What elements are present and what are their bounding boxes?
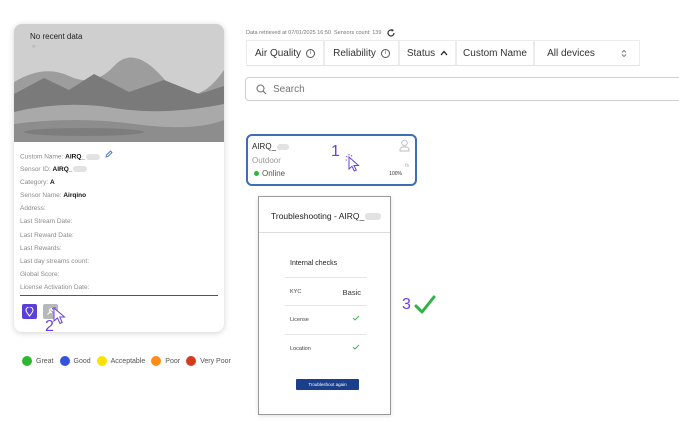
step-3-label: 3: [402, 296, 411, 313]
data-retrieved-info: Data retrieved at 07/01/2025 16:50 Senso…: [246, 28, 396, 38]
search-input[interactable]: [273, 83, 653, 95]
big-check-icon: [414, 295, 436, 314]
search-icon: [256, 83, 267, 94]
legend-good: Good: [59, 356, 91, 366]
info-last-day-streams: Last day streams count:: [20, 257, 90, 265]
info-last-stream-date: Last Stream Date:: [20, 218, 73, 226]
device-name: AIRQ_: [252, 142, 290, 151]
step-2-label: 2: [45, 318, 54, 335]
pencil-icon[interactable]: [105, 150, 113, 163]
online-dot: [254, 171, 259, 176]
check-row-location: Location: [285, 334, 367, 362]
device-select[interactable]: All devices: [534, 40, 640, 66]
legend-poor: Poor: [151, 356, 180, 366]
device-percent: 100%: [389, 171, 402, 177]
check-row-kyc: KYC Basic: [285, 277, 367, 305]
tab-air-quality[interactable]: Air Quality i: [246, 40, 324, 66]
search-bar: [245, 77, 679, 101]
info-custom-name: Custom Name: AIRQ_: [20, 150, 218, 163]
device-environment: Outdoor: [252, 156, 281, 165]
device-status: Online: [254, 169, 285, 178]
device-secondary: fs: [405, 163, 409, 169]
map-button[interactable]: [22, 304, 37, 319]
tab-status[interactable]: Status: [399, 40, 456, 66]
redacted-mark: [365, 213, 382, 221]
legend-dot: [151, 356, 162, 366]
info-icon[interactable]: i: [306, 48, 316, 58]
user-icon: [399, 139, 410, 152]
no-recent-data-label: No recent data: [30, 32, 83, 41]
cursor-icon: [345, 154, 360, 172]
troubleshooting-panel: Troubleshooting - AIRQ_ Internal checks …: [258, 196, 391, 415]
panel-divider: [259, 232, 390, 233]
retrieved-time: Data retrieved at 07/01/2025 16:50: [246, 30, 332, 36]
info-last-rewards: Last Rewards:: [20, 244, 62, 252]
redacted-mark: [277, 143, 290, 150]
refresh-icon[interactable]: [386, 28, 396, 38]
troubleshoot-again-button[interactable]: Troubleshoot again: [296, 379, 359, 390]
info-address: Address:: [20, 205, 46, 213]
check-row-license: License: [285, 305, 367, 333]
legend-very-poor: Very Poor: [186, 356, 231, 366]
panel-title: Troubleshooting - AIRQ_: [271, 211, 382, 221]
map-pin-icon: [25, 306, 34, 317]
sensor-info-list: Custom Name: AIRQ_ Sensor ID: AIRQ_ Cate…: [20, 150, 218, 294]
info-icon[interactable]: i: [380, 48, 390, 58]
check-icon: [352, 344, 360, 350]
no-data-marker: ○: [32, 44, 36, 50]
legend-dot: [186, 356, 197, 366]
info-global-score: Global Score:: [20, 270, 60, 278]
legend-dot: [96, 356, 107, 366]
info-sensor-name: Sensor Name: Airqino: [20, 192, 87, 200]
cursor-icon: [52, 307, 66, 325]
filter-tabs: Air Quality i Reliability i Status Custo…: [246, 40, 640, 66]
info-sensor-id: Sensor ID: AIRQ_: [20, 163, 218, 176]
legend-dot: [22, 356, 32, 366]
landscape-image: No recent data ○: [14, 24, 224, 142]
info-license-activation: License Activation Date:: [20, 283, 90, 291]
legend-acceptable: Acceptable: [96, 356, 145, 366]
card-divider: [20, 295, 218, 296]
sensor-card: No recent data ○ Custom Name: AIRQ_ Sens…: [14, 24, 224, 332]
legend-dot: [59, 356, 70, 366]
sensors-count: Sensors count: 139: [334, 30, 382, 36]
updown-chevron-icon: [621, 49, 627, 57]
redacted-mark: [73, 166, 88, 173]
step-1-label: 1: [331, 143, 340, 160]
legend-great: Great: [22, 356, 54, 366]
redacted-mark: [86, 153, 101, 160]
check-icon: [352, 315, 360, 321]
tab-custom-name[interactable]: Custom Name: [456, 40, 534, 66]
info-category: Category: A: [20, 179, 55, 187]
chevron-up-icon: [440, 50, 448, 56]
info-last-reward-date: Last Reward Date:: [20, 231, 74, 239]
tab-reliability[interactable]: Reliability i: [324, 40, 399, 66]
quality-legend: Great Good Acceptable Poor Very Poor: [22, 356, 231, 366]
internal-checks-title: Internal checks: [290, 260, 338, 267]
